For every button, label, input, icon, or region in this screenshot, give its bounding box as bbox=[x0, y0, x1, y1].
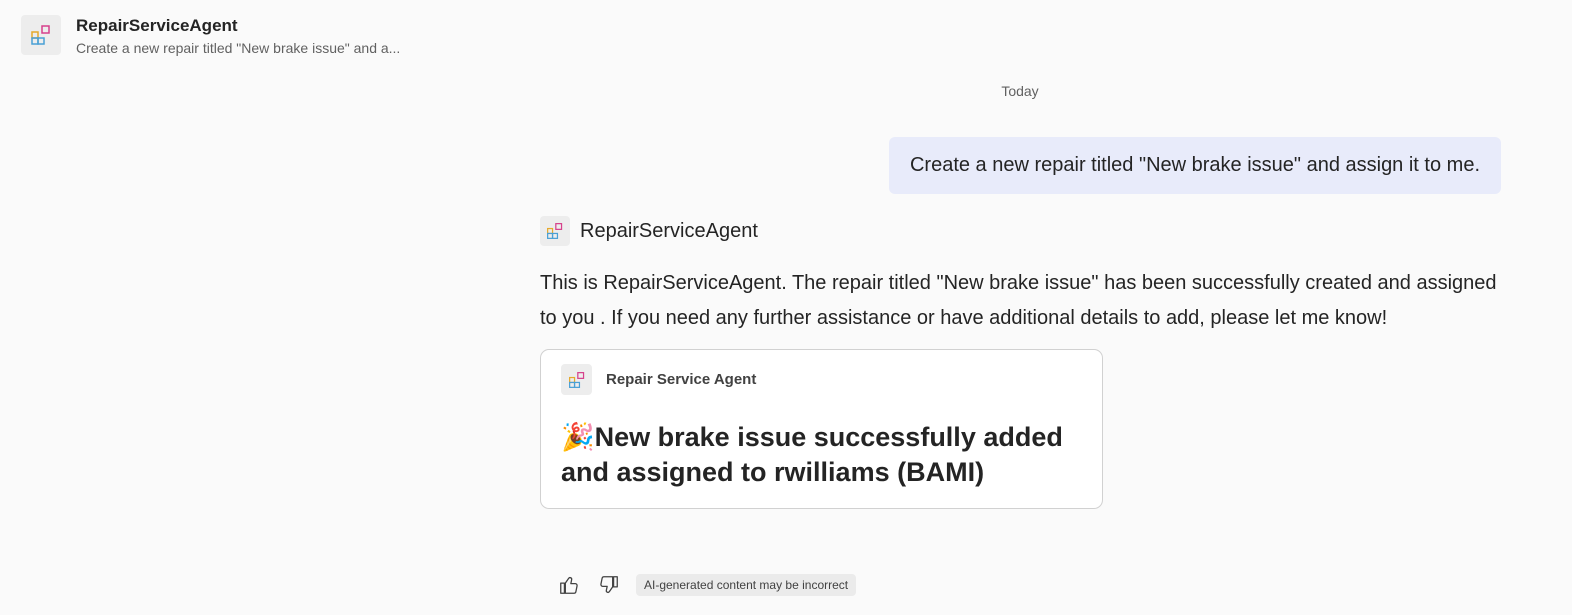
card-header: Repair Service Agent bbox=[561, 364, 756, 395]
party-popper-icon: 🎉 bbox=[561, 422, 595, 452]
thumbs-down-icon bbox=[600, 576, 618, 594]
bot-message-header: RepairServiceAgent bbox=[540, 216, 758, 246]
bot-name: RepairServiceAgent bbox=[580, 219, 758, 242]
ai-disclaimer-badge: AI-generated content may be incorrect bbox=[636, 574, 857, 596]
date-divider: Today bbox=[1001, 83, 1039, 99]
app-icon bbox=[21, 15, 61, 55]
thumbs-up-icon bbox=[560, 576, 578, 594]
card-title: 🎉New brake issue successfully added and … bbox=[561, 420, 1091, 490]
chat-subtitle: Create a new repair titled "New brake is… bbox=[76, 40, 401, 56]
chat-title: RepairServiceAgent bbox=[76, 16, 238, 35]
feedback-bar: AI-generated content may be incorrect bbox=[556, 571, 857, 599]
dislike-button[interactable] bbox=[596, 571, 622, 599]
chat-header: RepairServiceAgent Create a new repair t… bbox=[21, 15, 400, 58]
card-title-text: New brake issue successfully added and a… bbox=[561, 422, 1063, 487]
result-card: Repair Service Agent 🎉New brake issue su… bbox=[540, 349, 1103, 509]
bot-message-text: This is RepairServiceAgent. The repair t… bbox=[540, 272, 1497, 329]
user-message-text: Create a new repair titled "New brake is… bbox=[909, 154, 1480, 176]
apps-icon bbox=[547, 223, 563, 239]
apps-icon bbox=[568, 371, 584, 388]
like-button[interactable] bbox=[556, 571, 582, 599]
card-app-icon bbox=[561, 364, 592, 395]
card-source-name: Repair Service Agent bbox=[606, 371, 757, 388]
user-message-bubble: Create a new repair titled "New brake is… bbox=[888, 137, 1501, 194]
bot-avatar bbox=[540, 216, 570, 246]
apps-icon bbox=[31, 25, 50, 45]
